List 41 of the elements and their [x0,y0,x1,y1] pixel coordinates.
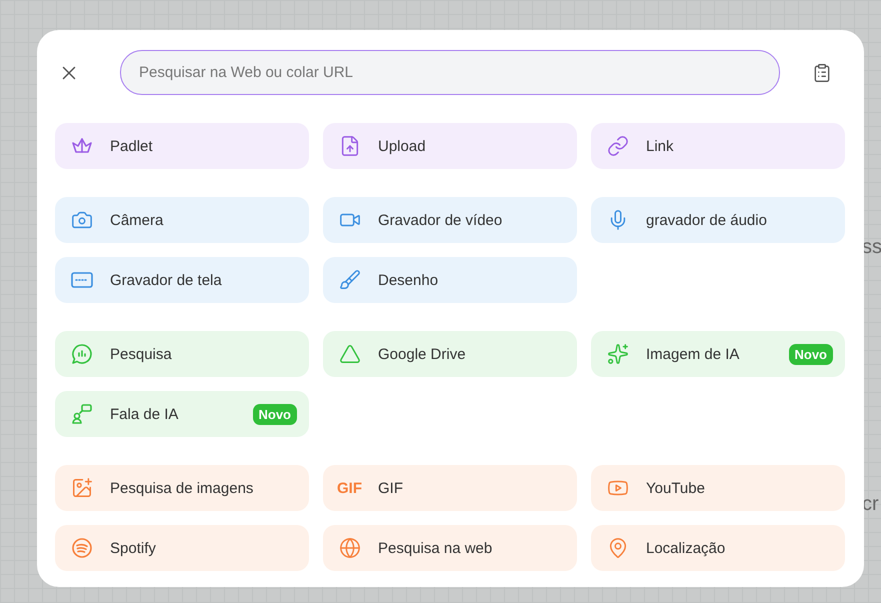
new-badge: Novo [252,404,297,424]
new-badge: Novo [788,344,833,364]
option-label: Câmera [110,212,164,228]
option-label: Spotify [110,540,157,556]
option-tile[interactable]: Pesquisa [55,331,309,377]
option-tile[interactable]: Upload [323,123,577,169]
option-tile[interactable]: gravador de áudio [591,197,845,243]
option-tile[interactable]: Padlet [55,123,309,169]
option-label: Pesquisa de imagens [110,480,254,496]
option-label: Localização [646,540,726,556]
option-tile[interactable]: Gravador de tela [55,257,309,303]
option-label: Desenho [378,272,440,288]
option-label: Pesquisa [110,346,173,362]
option-tile[interactable]: YouTube [591,465,845,511]
option-label: GIF [378,480,404,496]
option-label: Upload [378,138,427,154]
option-tile[interactable]: Gravador de vídeo [323,197,577,243]
option-tile[interactable]: Desenho [323,257,577,303]
option-label: Fala de IA [110,406,180,422]
option-tile[interactable]: Google Drive [323,331,577,377]
option-tile[interactable]: Localização [591,525,845,571]
option-label: Imagem de IA [646,346,740,362]
option-tile[interactable]: Pesquisa na web [323,525,577,571]
option-label: Padlet [110,138,154,154]
option-label: gravador de áudio [646,212,768,228]
option-tile[interactable]: Câmera [55,197,309,243]
option-label: Link [646,138,675,154]
clipboard-icon [812,62,832,82]
option-label: Gravador de vídeo [378,212,504,228]
option-tile[interactable]: Pesquisa de imagens [55,465,309,511]
option-label: Pesquisa na web [378,540,494,556]
option-tile[interactable]: Fala de IA Novo [55,391,309,437]
search-field[interactable]: Pesquisar na Web ou colar URL [120,50,780,95]
option-label: Google Drive [378,346,467,362]
gif-label: GIF [337,480,363,496]
option-tile[interactable]: GIF GIF [323,465,577,511]
option-tile[interactable]: Imagem de IA Novo [591,331,845,377]
option-label: Gravador de tela [110,272,223,288]
option-tile[interactable]: Link [591,123,845,169]
option-label: YouTube [646,480,706,496]
option-tile[interactable]: Spotify [55,525,309,571]
